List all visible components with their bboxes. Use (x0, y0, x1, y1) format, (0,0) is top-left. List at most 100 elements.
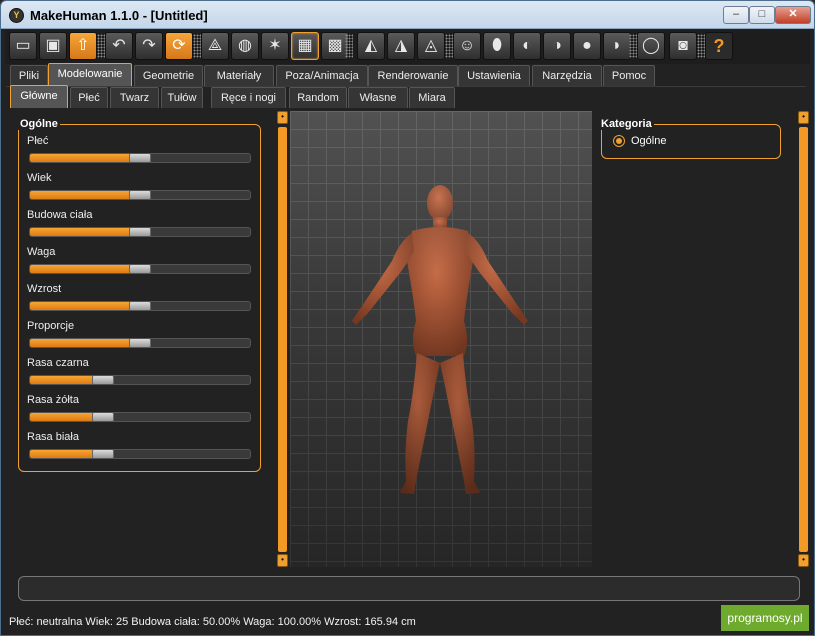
tab-modelowanie[interactable]: Modelowanie (48, 63, 132, 86)
slider-fill (30, 265, 140, 273)
undo-icon: ↶ (112, 37, 126, 54)
tab-pliki[interactable]: Pliki (10, 65, 48, 86)
bottom-view-button[interactable]: ◗ (603, 32, 631, 60)
scroll-down-button[interactable]: • (277, 554, 288, 567)
slider-fill (30, 302, 140, 310)
front-view-icon: ☺ (458, 37, 476, 54)
right-view-button[interactable]: ◑ (543, 32, 571, 60)
slider-handle[interactable] (92, 413, 114, 421)
app-window: Y MakeHuman 1.1.0 - [Untitled] – □ ✕ ▭ ▣ ⇧… (0, 0, 815, 636)
left-view-icon: ◐ (522, 37, 532, 54)
tab-poza-animacja[interactable]: Poza/Animacja (276, 65, 368, 86)
screenshot-button[interactable]: ◙ (669, 32, 697, 60)
symmetry-left-button[interactable]: ◮ (387, 32, 415, 60)
slider-label: Rasa czarna (27, 357, 89, 369)
undo-save-pill-icon: ▭ (15, 37, 31, 54)
slider-handle[interactable] (92, 376, 114, 384)
slider-9[interactable] (29, 449, 251, 459)
grid-button[interactable]: ▦ (291, 32, 319, 60)
progress-bar (18, 576, 800, 601)
save-icon: ▣ (45, 37, 61, 54)
slider-handle[interactable] (129, 339, 151, 347)
slider-handle[interactable] (129, 265, 151, 273)
tab-geometrie[interactable]: Geometrie (134, 65, 203, 86)
symmetry-left-icon: ◮ (394, 37, 408, 54)
slider-5[interactable] (29, 301, 251, 311)
category-panel-title: Kategoria (599, 118, 654, 130)
tab-pomoc[interactable]: Pomoc (603, 65, 655, 86)
tab-płeć[interactable]: Płeć (70, 87, 108, 108)
tab-narzędzia[interactable]: Narzędzia (532, 65, 602, 86)
slider-handle[interactable] (92, 450, 114, 458)
slider-1[interactable] (29, 153, 251, 163)
checker-icon: ▩ (327, 37, 343, 54)
slider-8[interactable] (29, 412, 251, 422)
slider-3[interactable] (29, 227, 251, 237)
slider-handle[interactable] (129, 302, 151, 310)
smooth-icon: ⟁ (207, 37, 223, 54)
maximize-button[interactable]: □ (749, 6, 775, 24)
category-radio-general[interactable] (613, 135, 625, 147)
undo-save-pill[interactable]: ▭ (9, 32, 37, 60)
left-scrollbar[interactable]: • • (277, 111, 288, 567)
symmetry-right-icon: ◭ (364, 37, 378, 54)
front-view-button[interactable]: ☺ (453, 32, 481, 60)
symmetry-button[interactable]: ◬ (417, 32, 445, 60)
tab-miara[interactable]: Miara (409, 87, 455, 108)
scroll-thumb[interactable] (799, 127, 808, 552)
category-radio-label[interactable]: Ogólne (631, 135, 666, 147)
help-icon: ? (713, 36, 725, 56)
tab-random[interactable]: Random (289, 87, 347, 108)
help-button[interactable]: ? (705, 32, 733, 60)
back-view-button[interactable]: ⬮ (483, 32, 511, 60)
close-button[interactable]: ✕ (775, 6, 811, 24)
toolbar-separator (97, 34, 105, 58)
reset-button[interactable]: ⟳ (165, 32, 193, 60)
reset-camera-button[interactable]: ◯ (637, 32, 665, 60)
export-button[interactable]: ⇧ (69, 32, 97, 60)
scroll-down-button[interactable]: • (798, 554, 809, 567)
slider-fill (30, 191, 140, 199)
symmetry-right-button[interactable]: ◭ (357, 32, 385, 60)
slider-2[interactable] (29, 190, 251, 200)
slider-handle[interactable] (129, 228, 151, 236)
tab-własne[interactable]: Własne (348, 87, 408, 108)
slider-handle[interactable] (129, 191, 151, 199)
right-scrollbar[interactable]: • • (798, 111, 809, 567)
tab-materiały[interactable]: Materiały (204, 65, 274, 86)
pose-button[interactable]: ✶ (261, 32, 289, 60)
slider-7[interactable] (29, 375, 251, 385)
tab-ręce-i-nogi[interactable]: Ręce i nogi (211, 87, 286, 108)
watermark-logo: programosy.pl (721, 605, 809, 631)
top-view-button[interactable]: ● (573, 32, 601, 60)
scroll-thumb[interactable] (278, 127, 287, 552)
save-button[interactable]: ▣ (39, 32, 67, 60)
wireframe-button[interactable]: ◍ (231, 32, 259, 60)
undo-button[interactable]: ↶ (105, 32, 133, 60)
tab-ustawienia[interactable]: Ustawienia (458, 65, 530, 86)
back-view-icon: ⬮ (491, 37, 503, 54)
slider-6[interactable] (29, 338, 251, 348)
pose-icon: ✶ (268, 37, 282, 54)
slider-handle[interactable] (129, 154, 151, 162)
tab-główne[interactable]: Główne (10, 85, 68, 108)
slider-fill (30, 154, 140, 162)
tab-tułów[interactable]: Tułów (161, 87, 203, 108)
3d-viewport[interactable] (290, 111, 592, 567)
smooth-button[interactable]: ⟁ (201, 32, 229, 60)
toolbar-separator (193, 34, 201, 58)
scroll-up-button[interactable]: • (798, 111, 809, 124)
scroll-up-button[interactable]: • (277, 111, 288, 124)
redo-button[interactable]: ↷ (135, 32, 163, 60)
tab-renderowanie[interactable]: Renderowanie (368, 65, 458, 86)
status-bar: Płeć: neutralna Wiek: 25 Budowa ciała: 5… (1, 607, 814, 635)
window-title: MakeHuman 1.1.0 - [Untitled] (30, 8, 208, 23)
left-view-button[interactable]: ◐ (513, 32, 541, 60)
slider-label: Wzrost (27, 283, 62, 295)
right-view-icon: ◑ (552, 37, 562, 54)
minimize-button[interactable]: – (723, 6, 749, 24)
title-bar[interactable]: Y MakeHuman 1.1.0 - [Untitled] – □ ✕ (1, 1, 814, 29)
slider-4[interactable] (29, 264, 251, 274)
slider-fill (30, 339, 140, 347)
tab-twarz[interactable]: Twarz (110, 87, 159, 108)
